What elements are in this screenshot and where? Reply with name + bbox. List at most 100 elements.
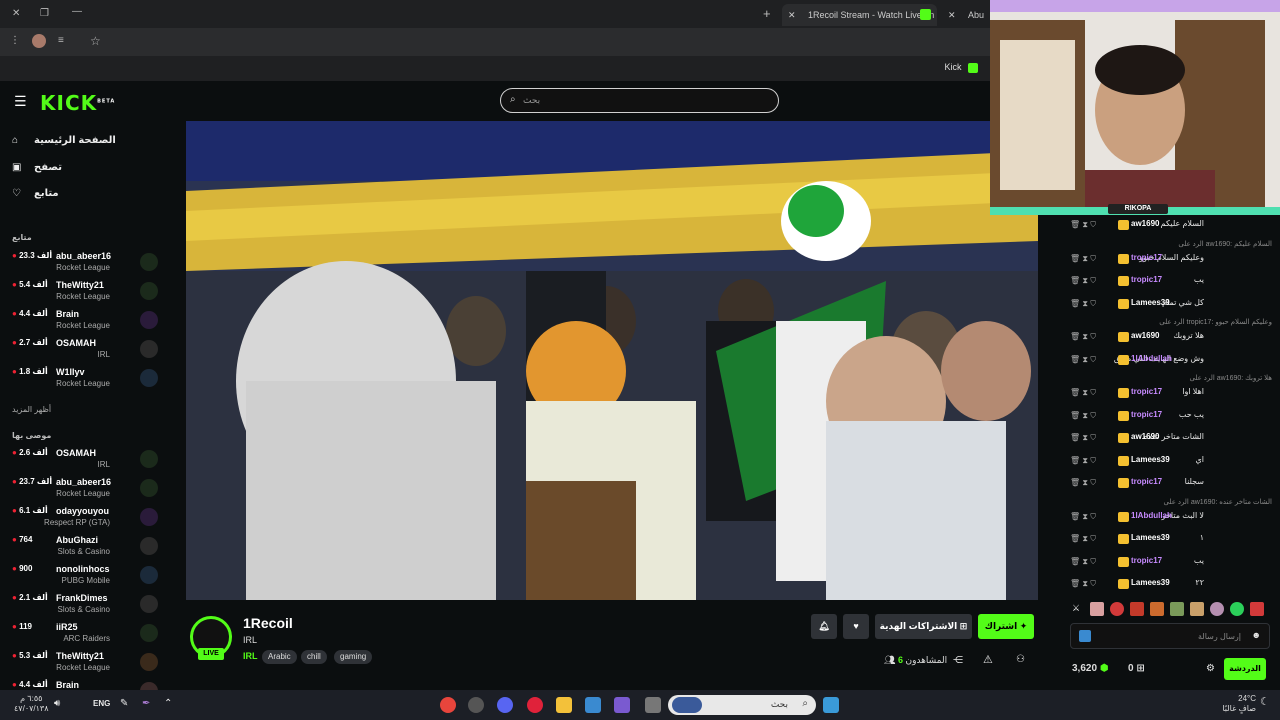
restore-window-icon[interactable]: ❐	[40, 8, 49, 19]
channel-row[interactable]: ● 2.7 ألف OSAMAH IRL	[0, 338, 170, 366]
task-view-icon[interactable]	[645, 697, 661, 713]
channel-row[interactable]: ● 1.8 ألف W1llyv Rocket League	[0, 367, 170, 395]
chat-username[interactable]: Lamees39	[1131, 533, 1170, 542]
close-window-icon[interactable]: ✕	[12, 8, 20, 19]
tag-gaming[interactable]: gaming	[334, 650, 373, 664]
subscribe-button[interactable]: اشتراك ✦	[978, 614, 1034, 639]
message-actions[interactable]: 🗑︎ ⧗ ⛉	[1070, 433, 1096, 443]
message-actions[interactable]: 🗑︎ ⧗ ⛉	[1070, 512, 1096, 522]
file-explorer-icon[interactable]	[556, 697, 572, 713]
tab-kick-stream[interactable]: ✕ 1Recoil Stream - Watch Live on	[782, 4, 937, 26]
message-actions[interactable]: 🗑︎ ⧗ ⛉	[1070, 534, 1096, 544]
settings-gear-icon[interactable]: ⚙	[1206, 663, 1215, 674]
channel-row[interactable]: ● 900 nonolinhocs PUBG Mobile	[0, 564, 170, 592]
chat-message[interactable]: 🗑︎ ⧗ ⛉ يب حب tropic17	[1062, 408, 1280, 424]
bookmark-kick[interactable]: Kick	[944, 62, 978, 73]
app-icon[interactable]	[468, 697, 484, 713]
chrome-icon[interactable]	[440, 697, 456, 713]
emote-icon[interactable]	[1090, 602, 1104, 616]
chat-input[interactable]: إرسال رسالة ☻	[1070, 623, 1270, 649]
chat-message[interactable]: 🗑︎ ⧗ ⛉ السلام عليكم aw1690	[1062, 217, 1280, 233]
hamburger-menu-icon[interactable]: ☰	[14, 93, 27, 110]
chat-message[interactable]: 🗑︎ ⧗ ⛉ ٢٢ Lamees39	[1062, 576, 1280, 592]
chat-message[interactable]: 🗑︎ ⧗ ⛉ يب tropic17	[1062, 554, 1280, 570]
more-menu-icon[interactable]: ⋮	[10, 35, 20, 46]
message-actions[interactable]: 🗑︎ ⧗ ⛉	[1070, 220, 1096, 230]
follow-heart-button[interactable]: ♥	[843, 614, 869, 639]
chat-message[interactable]: 🗑︎ ⧗ ⛉ كل شي تمام Lamees39	[1062, 296, 1280, 312]
emote-icon[interactable]	[1130, 602, 1144, 616]
chat-username[interactable]: tropic17	[1131, 275, 1162, 284]
chat-username[interactable]: aw1690	[1131, 331, 1159, 340]
discord-icon[interactable]	[497, 697, 513, 713]
volume-icon[interactable]: 🔊︎	[54, 698, 60, 709]
close-tab-icon[interactable]: ✕	[788, 4, 796, 26]
stream-category-link[interactable]: IRL	[243, 651, 258, 661]
emote-icon[interactable]	[1170, 602, 1184, 616]
channel-row[interactable]: ● 23.3 ألف abu_abeer16 Rocket League	[0, 251, 170, 279]
message-actions[interactable]: 🗑︎ ⧗ ⛉	[1070, 411, 1096, 421]
chat-username[interactable]: tropic17	[1131, 253, 1162, 262]
message-actions[interactable]: 🗑︎ ⧗ ⛉	[1070, 557, 1096, 567]
report-icon[interactable]: ⚠	[983, 653, 993, 666]
message-actions[interactable]: 🗑︎ ⧗ ⛉	[1070, 299, 1096, 309]
message-actions[interactable]: 🗑︎ ⧗ ⛉	[1070, 276, 1096, 286]
chat-username[interactable]: 1lAbdullah	[1131, 511, 1172, 520]
share-icon[interactable]: ⋲	[953, 655, 963, 666]
store-icon[interactable]	[585, 697, 601, 713]
emote-icon[interactable]	[1250, 602, 1264, 616]
chat-username[interactable]: tropic17	[1131, 387, 1162, 396]
chat-username[interactable]: tropic17	[1131, 410, 1162, 419]
copilot-icon[interactable]	[614, 697, 630, 713]
chat-message[interactable]: 🗑︎ ⧗ ⛉ وش وضع الهايف اللي معلق 1lAbdullah	[1062, 352, 1280, 368]
chat-username[interactable]: Lamees39	[1131, 578, 1170, 587]
channel-row[interactable]: ● 23.7 ألف abu_abeer16 Rocket League	[0, 477, 170, 505]
message-actions[interactable]: 🗑︎ ⧗ ⛉	[1070, 355, 1096, 365]
chat-message[interactable]: 🗑︎ ⧗ ⛉ سجلنا tropic17	[1062, 475, 1280, 491]
tab-abu[interactable]: ✕ Abu	[942, 4, 990, 26]
channel-row[interactable]: ● 764 AbuGhazi Slots & Casino	[0, 535, 170, 563]
chat-message[interactable]: 🗑︎ ⧗ ⛉ اي Lamees39	[1062, 453, 1280, 469]
message-actions[interactable]: 🗑︎ ⧗ ⛉	[1070, 579, 1096, 589]
chat-username[interactable]: tropic17	[1131, 556, 1162, 565]
chat-message[interactable]: 🗑︎ ⧗ ⛉ يب tropic17	[1062, 273, 1280, 289]
search-input[interactable]: ⌕ بحث	[500, 88, 779, 113]
show-more-link[interactable]: أظهر المزيد	[12, 405, 51, 414]
new-tab-icon[interactable]: +	[763, 6, 771, 21]
message-actions[interactable]: 🗑︎ ⧗ ⛉	[1070, 388, 1096, 398]
chat-message[interactable]: 🗑︎ ⧗ ⛉ وعليكم السلام حبوو tropic17	[1062, 251, 1280, 267]
add-user-icon[interactable]: ⚇	[1016, 654, 1025, 665]
notifications-bell-icon[interactable]: 🔔︎	[811, 614, 837, 639]
channel-row[interactable]: ● 6.1 ألف odayyouyou Respect RP (GTA)	[0, 506, 170, 534]
emote-bar[interactable]: ⚔	[1070, 601, 1275, 617]
bookmark-star-icon[interactable]: ☆	[90, 34, 101, 48]
emote-icon[interactable]	[1110, 602, 1124, 616]
chat-username[interactable]: Lamees39	[1131, 298, 1170, 307]
message-actions[interactable]: 🗑︎ ⧗ ⛉	[1070, 332, 1096, 342]
channel-row[interactable]: ● 4.4 ألف Brain Rocket League	[0, 309, 170, 337]
close-tab-icon[interactable]: ✕	[948, 4, 956, 26]
message-actions[interactable]: 🗑︎ ⧗ ⛉	[1070, 456, 1096, 466]
channel-row[interactable]: ● 5.4 ألف TheWitty21 Rocket League	[0, 280, 170, 308]
emoji-icon[interactable]: ☻	[1252, 630, 1261, 640]
feather-icon[interactable]: ✒	[142, 698, 150, 709]
streamer-name[interactable]: 1Recoil	[243, 615, 293, 631]
message-actions[interactable]: 🗑︎ ⧗ ⛉	[1070, 254, 1096, 264]
chat-message[interactable]: 🗑︎ ⧗ ⛉ هلا تروبك aw1690	[1062, 329, 1280, 345]
system-clock[interactable]: ٦:٥٥ م ٤٧/٠٧/١٣٨	[14, 694, 49, 714]
channel-row[interactable]: ● 119 iiR25 ARC Raiders	[0, 622, 170, 650]
chat-username[interactable]: aw1690	[1131, 219, 1159, 228]
emote-icon[interactable]: ⚔	[1072, 603, 1080, 614]
chat-message[interactable]: 🗑︎ ⧗ ⛉ لا البث متاخر 1lAbdullah	[1062, 509, 1280, 525]
chevron-up-icon[interactable]: ⌃	[164, 698, 172, 709]
minimize-window-icon[interactable]: —	[72, 6, 82, 17]
chat-username[interactable]: 1lAbdullah	[1131, 354, 1172, 363]
pen-icon[interactable]: ✎	[120, 698, 128, 709]
chat-message[interactable]: 🗑︎ ⧗ ⛉ ١ Lamees39	[1062, 531, 1280, 547]
opera-icon[interactable]	[527, 697, 543, 713]
reading-list-icon[interactable]: ≡	[58, 35, 64, 46]
chat-username[interactable]: tropic17	[1131, 477, 1162, 486]
windows-start-icon[interactable]	[823, 697, 839, 713]
message-actions[interactable]: 🗑︎ ⧗ ⛉	[1070, 478, 1096, 488]
channel-points[interactable]: 3,620 ⬢	[1072, 663, 1109, 674]
